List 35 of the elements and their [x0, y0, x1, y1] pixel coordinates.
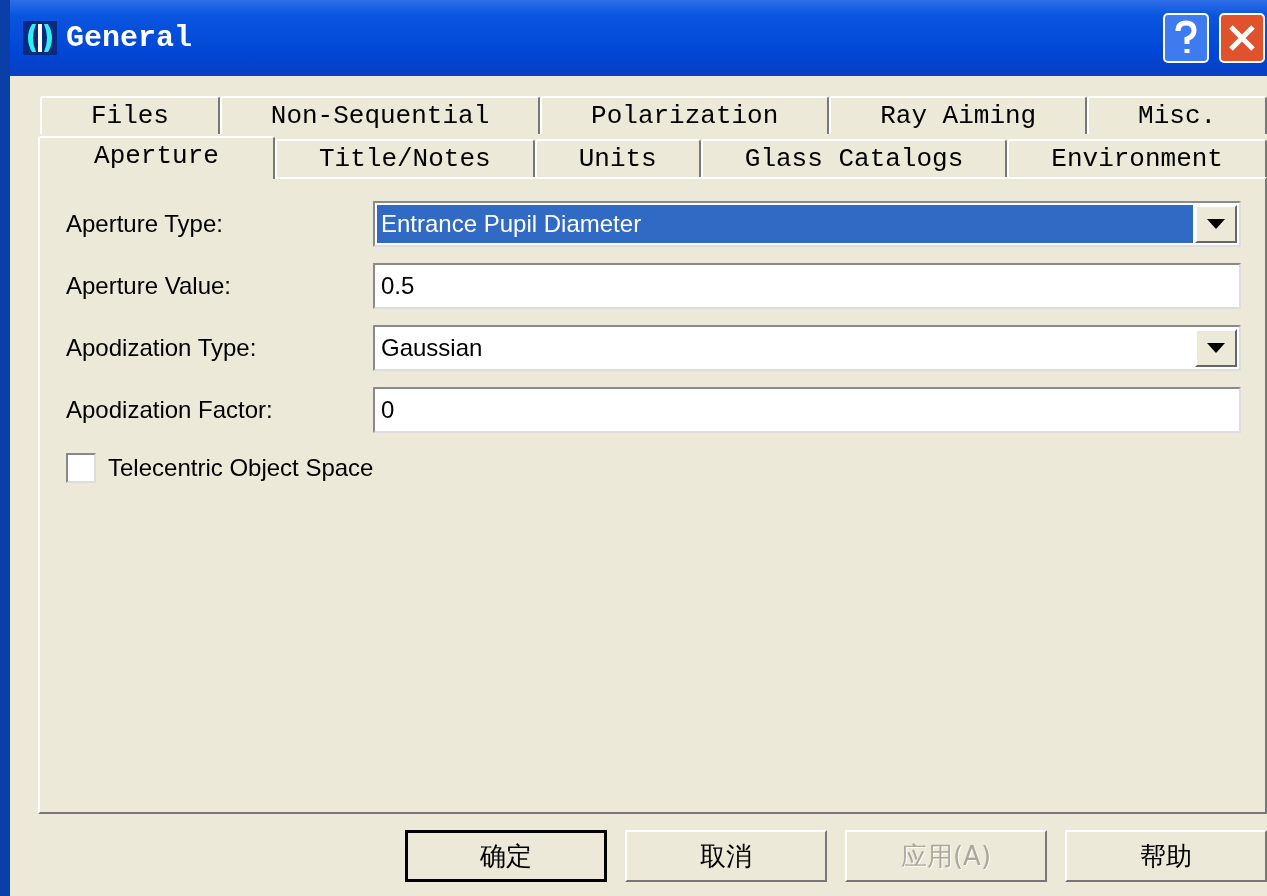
field-label: Aperture Type: [66, 210, 224, 238]
lens-icon [22, 20, 58, 56]
tab[interactable]: Files [40, 96, 220, 134]
checkbox-label: Telecentric Object Space [108, 454, 374, 482]
dropdown-button[interactable] [1195, 329, 1237, 367]
help-icon[interactable] [1163, 13, 1209, 63]
dropdown[interactable]: Gaussian [373, 325, 1241, 371]
caret-icon [1207, 219, 1225, 229]
dialog-button[interactable]: 帮助 [1065, 830, 1267, 882]
field-value: 0 [380, 395, 396, 425]
field-label: Aperture Value: [66, 272, 232, 300]
dropdown[interactable]: Entrance Pupil Diameter [373, 201, 1241, 247]
field-label: Apodization Type: [66, 334, 258, 362]
field-label: Apodization Factor: [66, 396, 274, 424]
tab[interactable]: Non-Sequential [219, 96, 541, 134]
caret-icon [1207, 343, 1225, 353]
window-title: General [66, 21, 194, 55]
input-field[interactable]: 0.5 [373, 263, 1241, 309]
dropdown-value: Gaussian [380, 333, 484, 363]
tab[interactable]: Glass Catalogs [700, 139, 1008, 177]
tab[interactable]: Environment [1007, 139, 1267, 177]
tab[interactable]: Aperture [38, 136, 275, 179]
tab[interactable]: Misc. [1087, 96, 1267, 134]
close-icon[interactable] [1219, 13, 1265, 63]
field-value: 0.5 [380, 271, 416, 301]
dropdown-button[interactable] [1195, 205, 1237, 243]
tab[interactable]: Units [534, 139, 701, 177]
dialog-button[interactable]: 取消 [625, 830, 827, 882]
tab[interactable]: Polarization [540, 96, 830, 134]
checkbox[interactable] [66, 453, 96, 483]
dialog-button[interactable]: 确定 [405, 830, 607, 882]
input-field[interactable]: 0 [373, 387, 1241, 433]
tab[interactable]: Ray Aiming [829, 96, 1088, 134]
dropdown-value: Entrance Pupil Diameter [377, 205, 1193, 243]
tab[interactable]: Title/Notes [274, 139, 535, 177]
